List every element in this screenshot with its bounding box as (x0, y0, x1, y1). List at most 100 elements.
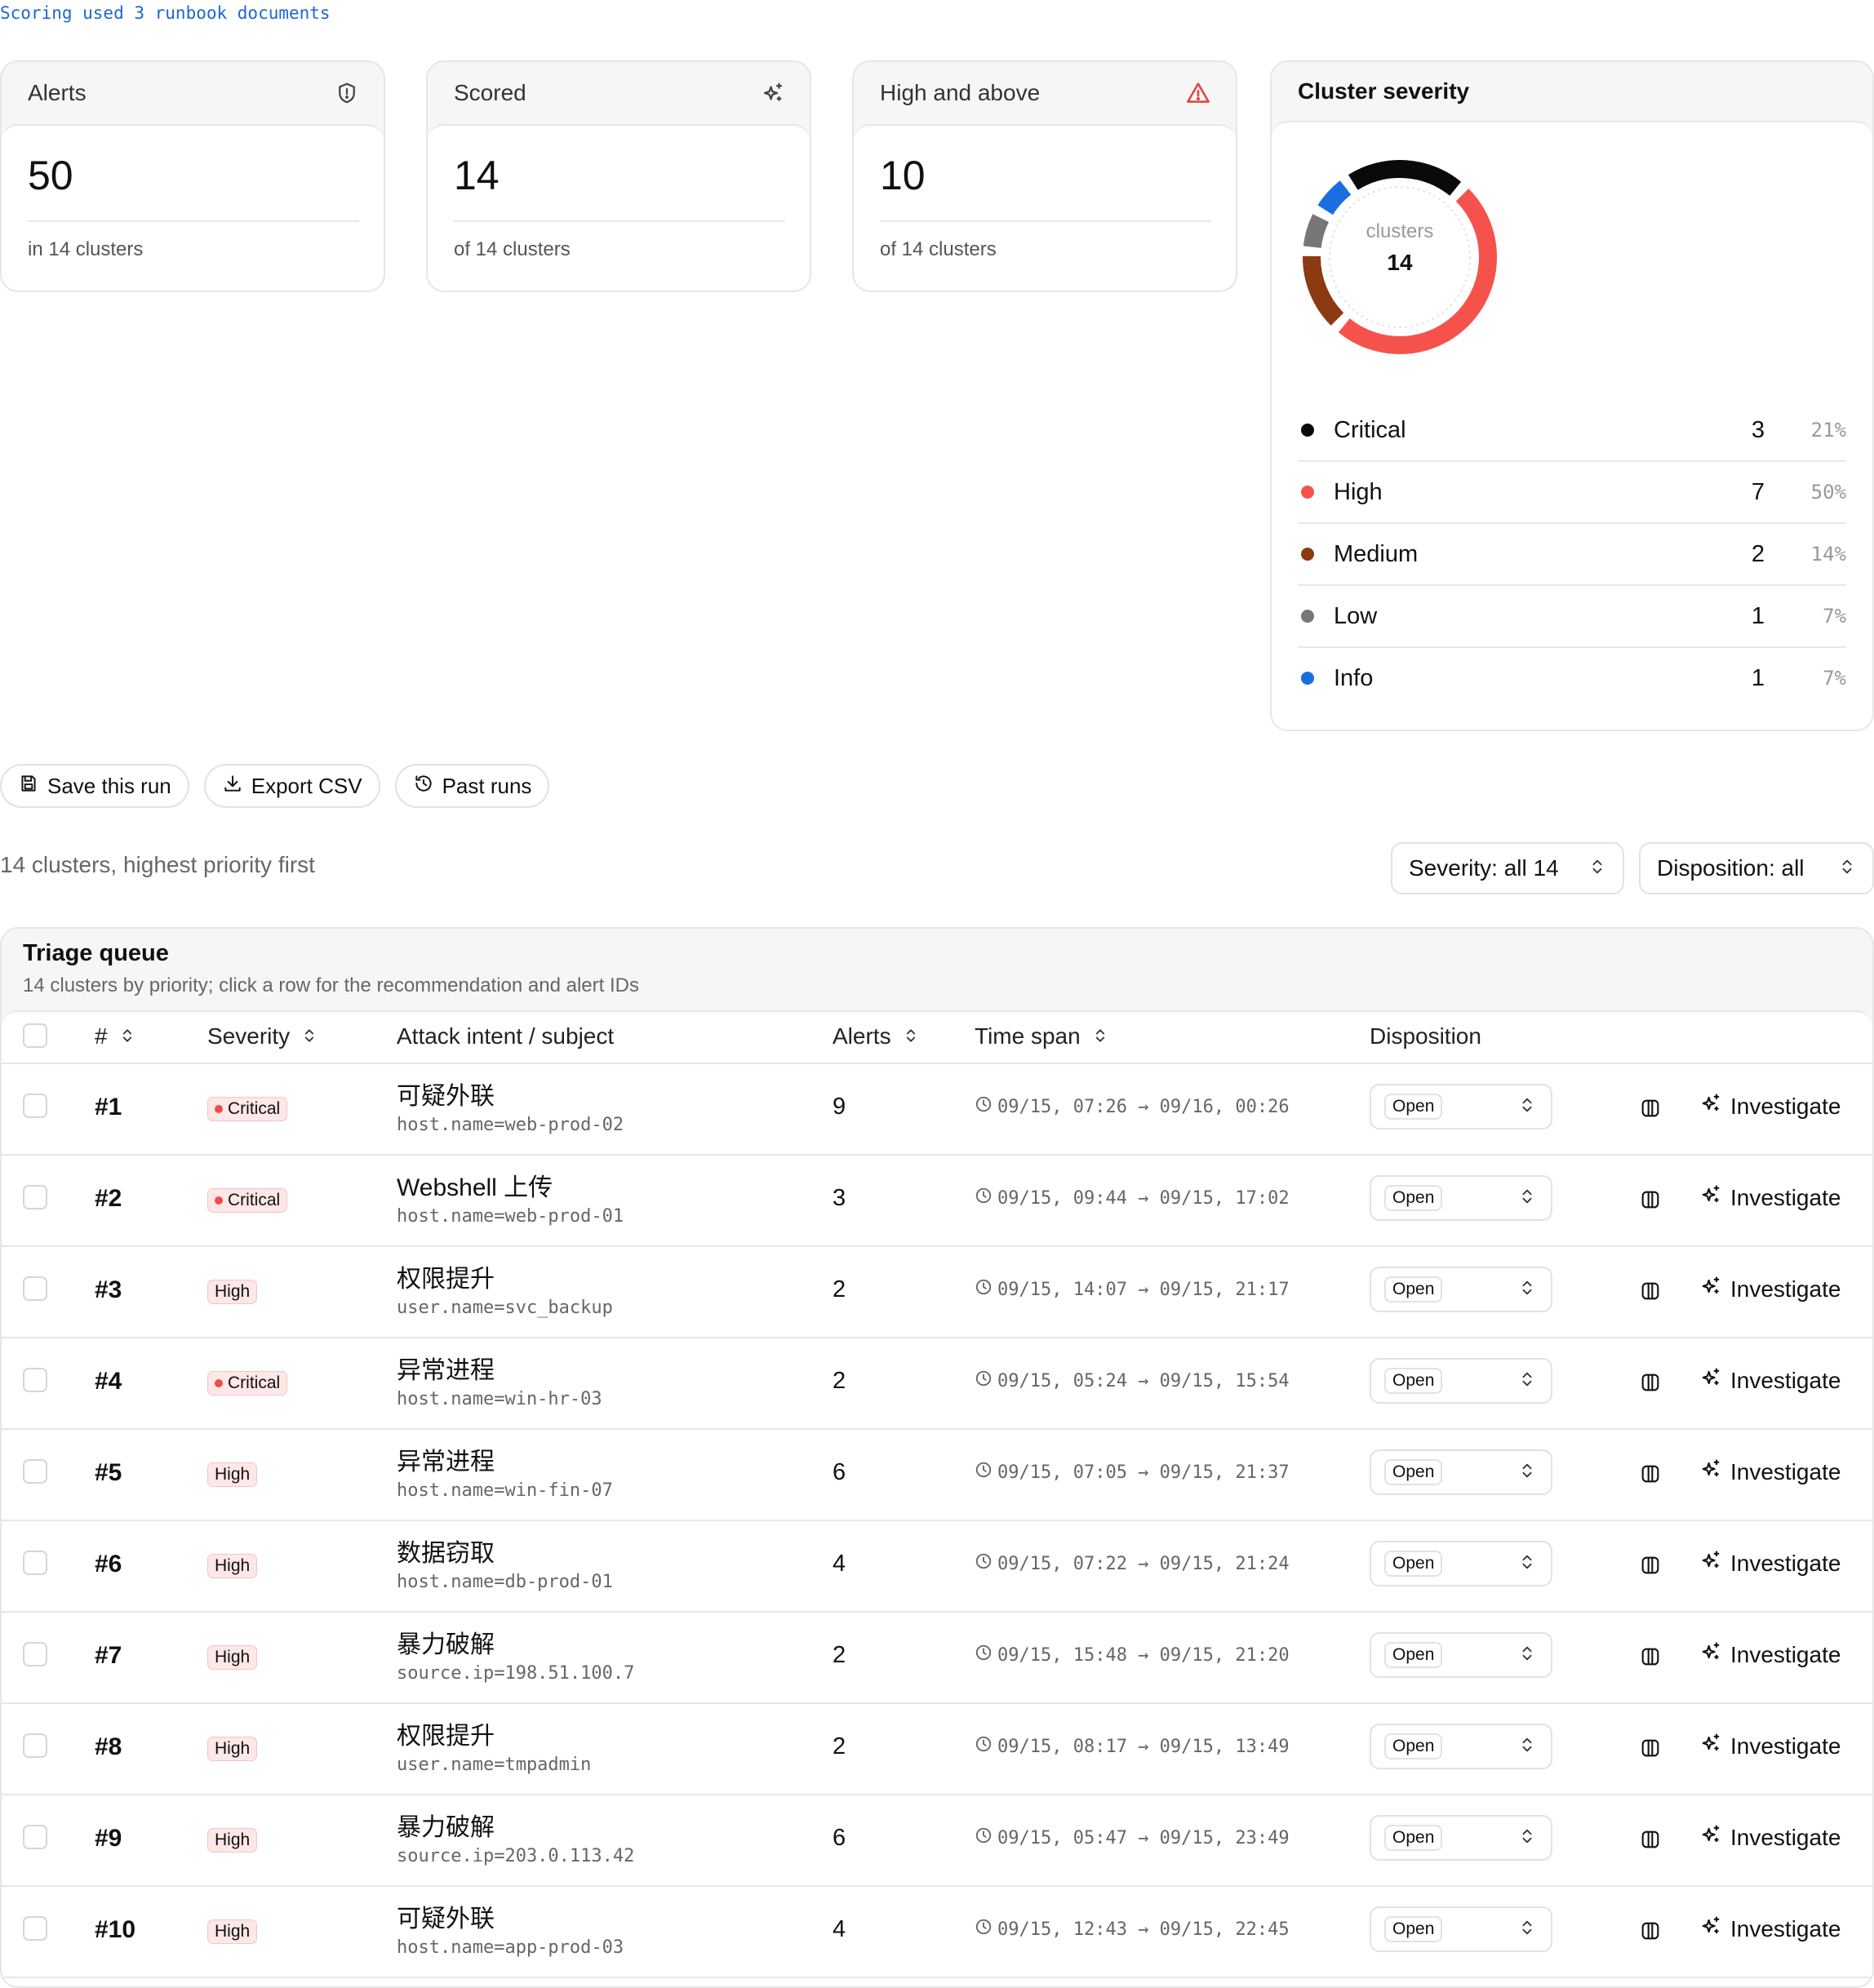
row-checkbox[interactable] (23, 1368, 47, 1392)
alert-count: 2 (833, 1733, 846, 1759)
disposition-select[interactable]: Open (1370, 1815, 1552, 1861)
investigate-button[interactable]: Investigate (1699, 1366, 1841, 1395)
attack-subject: host.name=db-prod-01 (397, 1572, 613, 1592)
disposition-select[interactable]: Open (1370, 1724, 1552, 1769)
severity-badge: High (207, 1828, 258, 1853)
severity-column-header[interactable]: Severity (207, 1023, 318, 1049)
disposition-select[interactable]: Open (1370, 1632, 1552, 1678)
columns-icon[interactable] (1639, 1554, 1662, 1581)
table-row[interactable]: #4 Critical 异常进程 host.name=win-hr-03 2 09/15,… (2, 1337, 1872, 1430)
attack-subject: host.name=win-hr-03 (397, 1389, 602, 1409)
table-row[interactable]: #5 High 异常进程 host.name=win-fin-07 6 09/15, 07… (2, 1428, 1872, 1521)
table-row[interactable]: #1 Critical 可疑外联 host.name=web-prod-02 9 09/1… (2, 1063, 1872, 1156)
row-checkbox[interactable] (23, 1825, 47, 1849)
row-rank: #5 (95, 1459, 122, 1486)
export-csv-button[interactable]: Export CSV (203, 764, 380, 808)
table-row[interactable]: #6 High 数据窃取 host.name=db-prod-01 4 09/15, 07… (2, 1520, 1872, 1613)
save-run-button[interactable]: Save this run (0, 764, 189, 808)
disposition-select[interactable]: Open (1370, 1541, 1552, 1586)
columns-icon[interactable] (1639, 1645, 1662, 1672)
disposition-select[interactable]: Open (1370, 1906, 1552, 1952)
disposition-select[interactable]: Open (1370, 1267, 1552, 1312)
select-all-checkbox[interactable] (23, 1023, 47, 1048)
sparkles-icon (1699, 1549, 1722, 1578)
time-span-column-header[interactable]: Time span (975, 1023, 1108, 1049)
columns-icon[interactable] (1639, 1462, 1662, 1489)
legend-count: 3 (1751, 416, 1765, 443)
triage-queue-subtitle: 14 clusters by priority; click a row for… (23, 974, 639, 996)
table-row[interactable]: #9 High 暴力破解 source.ip=203.0.113.42 6 09/15, … (2, 1794, 1872, 1887)
row-checkbox[interactable] (23, 1185, 47, 1209)
severity-badge-label: High (215, 1739, 251, 1758)
chevron-up-down-icon (1518, 1279, 1536, 1301)
chevron-up-down-icon (1518, 1919, 1536, 1941)
alerts-subtext: in 14 clusters (28, 238, 144, 260)
alert-count: 9 (833, 1094, 846, 1120)
investigate-button[interactable]: Investigate (1699, 1640, 1841, 1669)
severity-legend: Critical 3 21% High 7 50% Medium 2 14% Low 1 7% Info… (1298, 400, 1846, 708)
alert-count: 6 (833, 1825, 846, 1851)
severity-badge-label: High (215, 1465, 251, 1484)
time-span-text: 09/15, 07:22 → 09/15, 21:24 (997, 1553, 1290, 1574)
row-checkbox[interactable] (23, 1459, 47, 1484)
disposition-select[interactable]: Open (1370, 1175, 1552, 1221)
investigate-button[interactable]: Investigate (1699, 1183, 1841, 1212)
columns-icon[interactable] (1639, 1828, 1662, 1855)
legend-row-high: High 7 50% (1298, 462, 1846, 524)
legend-percent: 7% (1823, 605, 1846, 628)
severity-badge-label: Critical (228, 1373, 281, 1392)
row-rank: #10 (95, 1916, 136, 1943)
severity-filter-select[interactable]: Severity: all 14 (1391, 842, 1624, 894)
disposition-filter-select[interactable]: Disposition: all (1639, 842, 1874, 894)
card-title: High and above (880, 80, 1041, 105)
investigate-button[interactable]: Investigate (1699, 1458, 1841, 1486)
table-row[interactable]: #8 High 权限提升 user.name=tmpadmin 2 09/15, 08:1… (2, 1702, 1872, 1795)
columns-icon[interactable] (1639, 1919, 1662, 1946)
shield-icon (335, 81, 359, 105)
table-row[interactable]: #3 High 权限提升 user.name=svc_backup 2 09/15, 14… (2, 1245, 1872, 1338)
columns-icon[interactable] (1639, 1737, 1662, 1764)
investigate-label: Investigate (1730, 1276, 1841, 1302)
row-rank: #3 (95, 1276, 122, 1303)
alerts-column-header[interactable]: Alerts (833, 1023, 919, 1049)
row-checkbox[interactable] (23, 1642, 47, 1666)
investigate-button[interactable]: Investigate (1699, 1732, 1841, 1760)
table-row[interactable]: #7 High 暴力破解 source.ip=198.51.100.7 2 09/15, … (2, 1611, 1872, 1704)
sparkles-icon (1699, 1732, 1722, 1760)
investigate-button[interactable]: Investigate (1699, 1823, 1841, 1852)
sort-icon (1092, 1023, 1108, 1049)
severity-badge: Critical (207, 1371, 288, 1396)
row-checkbox[interactable] (23, 1916, 47, 1941)
warning-triangle-icon (1185, 80, 1211, 106)
time-span: 09/15, 15:48 → 09/15, 21:20 (975, 1644, 1290, 1666)
row-rank: #7 (95, 1642, 122, 1669)
columns-icon[interactable] (1639, 1097, 1662, 1124)
past-runs-button[interactable]: Past runs (394, 764, 550, 808)
row-rank: #9 (95, 1825, 122, 1852)
columns-icon[interactable] (1639, 1280, 1662, 1307)
alert-count: 2 (833, 1276, 846, 1302)
row-checkbox[interactable] (23, 1733, 47, 1758)
severity-badge: High (207, 1554, 258, 1578)
row-checkbox[interactable] (23, 1094, 47, 1118)
columns-icon[interactable] (1639, 1371, 1662, 1398)
rank-column-header[interactable]: # (95, 1023, 135, 1049)
row-checkbox[interactable] (23, 1551, 47, 1575)
investigate-button[interactable]: Investigate (1699, 1275, 1841, 1303)
clock-icon (975, 1461, 993, 1484)
severity-badge: High (207, 1280, 258, 1304)
time-span: 09/15, 07:26 → 09/16, 00:26 (975, 1095, 1290, 1118)
investigate-button[interactable]: Investigate (1699, 1915, 1841, 1943)
disposition-select[interactable]: Open (1370, 1358, 1552, 1404)
time-span: 09/15, 07:22 → 09/15, 21:24 (975, 1552, 1290, 1575)
table-row[interactable]: #2 Critical Webshell 上传 host.name=web-prod-… (2, 1154, 1872, 1247)
investigate-button[interactable]: Investigate (1699, 1549, 1841, 1578)
investigate-button[interactable]: Investigate (1699, 1092, 1841, 1120)
disposition-select[interactable]: Open (1370, 1084, 1552, 1129)
columns-icon[interactable] (1639, 1188, 1662, 1215)
row-checkbox[interactable] (23, 1276, 47, 1301)
attack-intent: 权限提升 (397, 1266, 495, 1293)
sparkles-icon (1699, 1640, 1722, 1669)
table-row[interactable]: #10 High 可疑外联 host.name=app-prod-03 4 09/15, … (2, 1885, 1872, 1978)
disposition-select[interactable]: Open (1370, 1449, 1552, 1495)
